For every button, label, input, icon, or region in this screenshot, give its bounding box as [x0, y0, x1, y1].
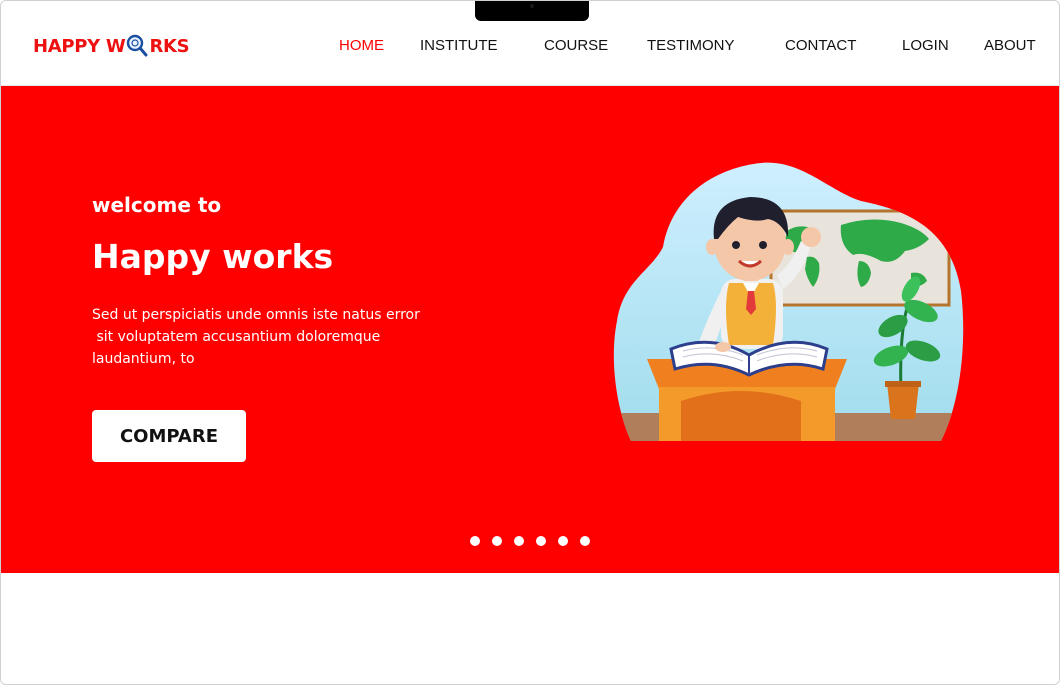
hero-description-line: sit voluptatem accusantium doloremque: [92, 329, 381, 345]
hero-illustration: [613, 162, 964, 442]
brand-logo-part1: HAPPY W: [33, 35, 126, 57]
hero-description-line: Sed ut perspiciatis unde omnis iste natu…: [92, 307, 420, 323]
magnifier-icon: [127, 34, 148, 57]
hero-title: Happy works: [92, 237, 334, 276]
nav-institute[interactable]: INSTITUTE: [420, 37, 498, 54]
carousel-dot[interactable]: [536, 536, 546, 546]
brand-logo-part2: RKS: [149, 35, 190, 57]
carousel-indicators: [470, 536, 590, 546]
carousel-dot[interactable]: [580, 536, 590, 546]
carousel-dot[interactable]: [514, 536, 524, 546]
carousel-dot[interactable]: [558, 536, 568, 546]
compare-button[interactable]: COMPARE: [92, 410, 246, 462]
hero-description-line: laudantium, to: [92, 351, 195, 367]
hero-description: Sed ut perspiciatis unde omnis iste natu…: [92, 304, 442, 370]
browser-frame: HAPPY W RKS HOME INSTITUTE COURSE TESTIM…: [0, 0, 1060, 685]
hero-banner: welcome to Happy works Sed ut perspiciat…: [1, 86, 1059, 573]
hero-welcome: welcome to: [92, 193, 222, 217]
nav-testimony[interactable]: TESTIMONY: [647, 37, 735, 54]
nav-login[interactable]: LOGIN: [902, 37, 949, 54]
nav-contact[interactable]: CONTACT: [785, 37, 856, 54]
camera-dot: [530, 4, 534, 8]
nav-course[interactable]: COURSE: [544, 37, 608, 54]
carousel-dot[interactable]: [492, 536, 502, 546]
camera-notch: [475, 1, 589, 21]
nav-home[interactable]: HOME: [339, 37, 384, 54]
carousel-dot[interactable]: [470, 536, 480, 546]
nav-about[interactable]: ABOUT: [984, 37, 1036, 54]
brand-logo[interactable]: HAPPY W RKS: [33, 31, 190, 61]
